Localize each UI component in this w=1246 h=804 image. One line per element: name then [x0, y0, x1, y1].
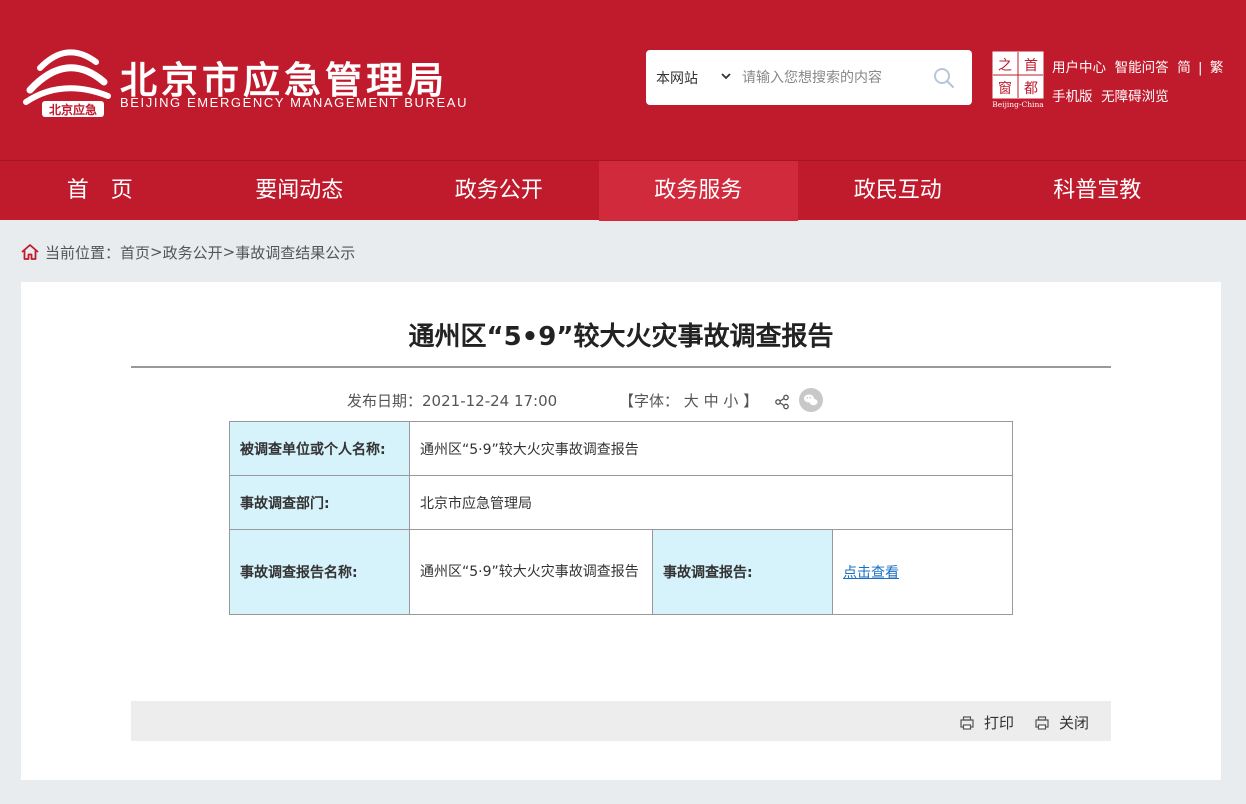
share-icon[interactable] — [774, 394, 790, 410]
site-header: 北京应急 北京市应急管理局 BEIJING EMERGENCY MANAGEME… — [0, 0, 1246, 160]
breadcrumb-separator: > — [222, 243, 236, 261]
search-box: 本网站 — [646, 50, 972, 105]
badge-char: 之 — [998, 58, 1012, 74]
capital-window-logo-icon[interactable]: 之 首 窗 都 Beijing-China — [992, 51, 1044, 109]
nav-item-gov-open[interactable]: 政务公开 — [399, 161, 599, 221]
report-cell: 点击查看 — [832, 529, 1013, 615]
table-label: 被调查单位或个人名称: — [229, 421, 410, 476]
home-icon — [21, 244, 39, 260]
table-row: 事故调查部门: 北京市应急管理局 — [229, 475, 1013, 530]
breadcrumb-gov-open[interactable]: 政务公开 — [163, 242, 223, 263]
site-title-english: BEIJING EMERGENCY MANAGEMENT BUREAU — [120, 95, 469, 110]
font-size-control: 【字体： 大 中 小 】 — [619, 390, 758, 411]
search-input[interactable] — [742, 64, 922, 92]
table-row: 被调查单位或个人名称: 通州区“5·9”较大火灾事故调查报告 — [229, 421, 1013, 476]
publish-info: 发布日期：2021-12-24 17:00 — [347, 390, 557, 411]
font-size-medium[interactable]: 中 — [704, 392, 719, 410]
traditional-link[interactable]: 繁 — [1210, 56, 1224, 76]
view-report-link[interactable]: 点击查看 — [843, 565, 899, 581]
top-links: 用户中心 智能问答 简 | 繁 — [1052, 56, 1223, 76]
nav-item-news[interactable]: 要闻动态 — [200, 161, 400, 221]
nav-item-science[interactable]: 科普宣教 — [998, 161, 1198, 221]
table-row: 事故调查报告名称: 通州区“5·9”较大火灾事故调查报告 事故调查报告: 点击查… — [229, 529, 1013, 615]
mobile-version-link[interactable]: 手机版 — [1052, 89, 1093, 105]
print-label: 打印 — [984, 714, 1015, 732]
table-label: 事故调查报告: — [652, 529, 833, 615]
printer-icon — [960, 715, 974, 730]
table-value: 通州区“5·9”较大火灾事故调查报告 — [409, 529, 653, 615]
publish-label: 发布日期： — [347, 392, 423, 410]
table-label: 事故调查报告名称: — [229, 529, 410, 615]
badge-char: 都 — [1024, 81, 1038, 97]
logo-mark-text: 北京应急 — [49, 102, 97, 117]
badge-caption: Beijing-China — [992, 100, 1044, 109]
close-button[interactable]: 关闭 — [1034, 712, 1089, 733]
table-label: 事故调查部门: — [229, 475, 410, 530]
nav-item-gov-service[interactable]: 政务服务 — [598, 161, 798, 221]
breadcrumb: 当前位置： 首页 > 政务公开 > 事故调查结果公示 — [20, 240, 355, 264]
simplified-link[interactable]: 简 — [1177, 56, 1191, 76]
top-links-row2: 手机版 无障碍浏览 — [1052, 85, 1169, 105]
main-nav: 首 页 要闻动态 政务公开 政务服务 政民互动 科普宣教 — [0, 160, 1246, 221]
accessibility-link[interactable]: 无障碍浏览 — [1101, 89, 1169, 105]
font-size-open: 【字体： — [619, 392, 680, 410]
article-panel: 通州区“5•9”较大火灾事故调查报告 发布日期：2021-12-24 17:00… — [21, 282, 1221, 780]
publish-date: 2021-12-24 17:00 — [422, 392, 558, 410]
chevron-down-icon[interactable] — [720, 70, 732, 82]
nav-item-home[interactable]: 首 页 — [0, 161, 200, 221]
article-meta: 发布日期：2021-12-24 17:00 【字体： 大 中 小 】 — [21, 388, 1221, 412]
wechat-icon[interactable] — [799, 388, 823, 412]
table-value: 北京市应急管理局 — [409, 475, 1013, 530]
badge-char: 窗 — [998, 80, 1012, 97]
breadcrumb-current[interactable]: 事故调查结果公示 — [235, 242, 355, 263]
print-button[interactable]: 打印 — [959, 712, 1014, 733]
nav-item-interaction[interactable]: 政民互动 — [798, 161, 998, 221]
search-scope-select[interactable]: 本网站 — [656, 68, 698, 88]
table-value: 通州区“5·9”较大火灾事故调查报告 — [409, 421, 1013, 476]
breadcrumb-separator: > — [150, 243, 163, 261]
search-icon[interactable] — [932, 66, 956, 90]
font-size-large[interactable]: 大 — [684, 392, 699, 410]
accident-info-table: 被调查单位或个人名称: 通州区“5·9”较大火灾事故调查报告 事故调查部门: 北… — [229, 421, 1013, 615]
badge-char: 首 — [1024, 58, 1038, 74]
article-title: 通州区“5•9”较大火灾事故调查报告 — [408, 322, 834, 352]
breadcrumb-prefix: 当前位置： — [45, 243, 121, 262]
title-divider — [131, 366, 1111, 368]
font-size-close: 】 — [743, 392, 759, 410]
user-center-link[interactable]: 用户中心 — [1052, 56, 1106, 76]
smart-qa-link[interactable]: 智能问答 — [1115, 56, 1169, 76]
close-label: 关闭 — [1059, 714, 1090, 732]
breadcrumb-home[interactable]: 首页 — [120, 242, 150, 263]
font-size-small[interactable]: 小 — [723, 392, 738, 410]
article-footer: 打印 关闭 — [131, 701, 1111, 741]
close-icon — [1035, 715, 1049, 730]
emergency-logo-icon[interactable]: 北京应急 — [22, 38, 112, 120]
divider: | — [1197, 60, 1203, 76]
